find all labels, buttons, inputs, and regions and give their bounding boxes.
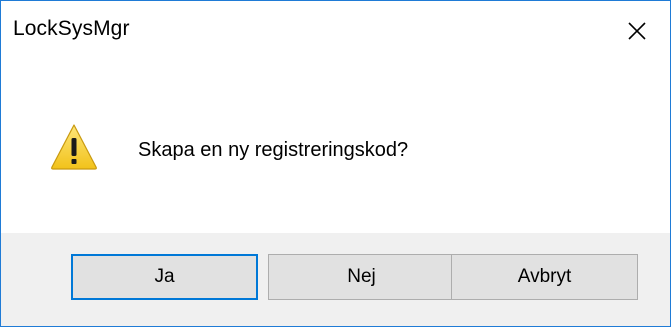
- button-bar: Ja Nej Avbryt: [1, 233, 670, 326]
- no-button[interactable]: Nej: [268, 254, 455, 300]
- warning-icon: [51, 124, 97, 170]
- message-dialog: LockSysMgr Skapa en ny registreringskod?…: [0, 0, 671, 327]
- cancel-button[interactable]: Avbryt: [451, 254, 638, 300]
- dialog-message: Skapa en ny registreringskod?: [138, 139, 409, 161]
- dialog-content: Skapa en ny registreringskod?: [1, 61, 670, 233]
- close-icon: [628, 22, 646, 40]
- yes-button[interactable]: Ja: [71, 254, 258, 300]
- close-button[interactable]: [604, 1, 670, 61]
- window-title: LockSysMgr: [13, 17, 130, 40]
- title-bar: LockSysMgr: [1, 1, 670, 61]
